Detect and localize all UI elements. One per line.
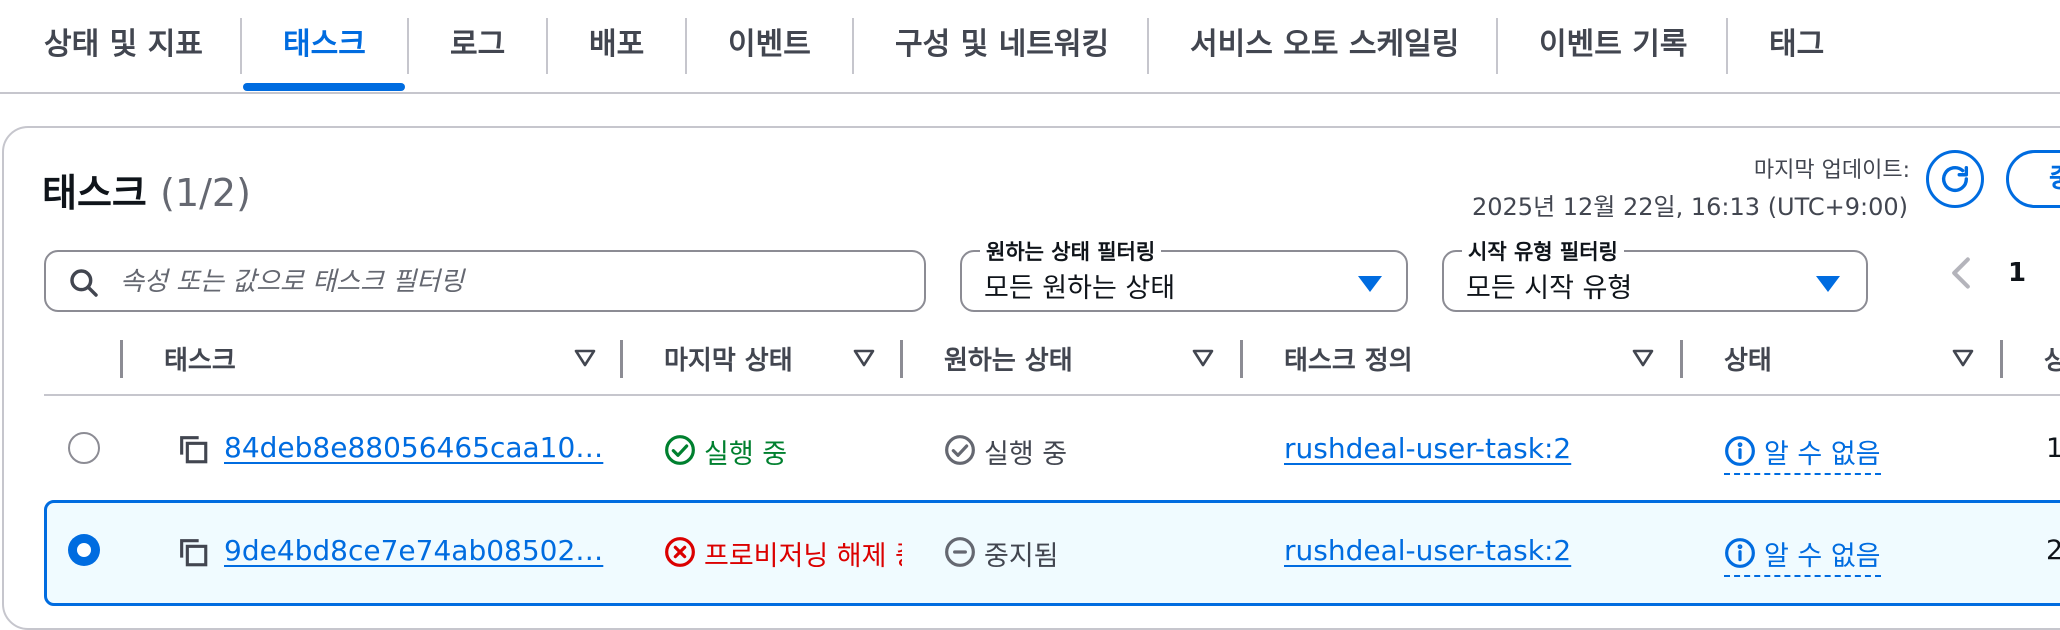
column-divider: [1240, 340, 1243, 378]
table-header-divider: [44, 394, 2060, 396]
sort-down-icon[interactable]: [1632, 348, 1654, 368]
x-circle-icon: [665, 537, 695, 567]
tab-bar: 상태 및 지표 태스크 로그 배포 이벤트 구성 및 네트워킹 서비스 오토 스…: [0, 0, 2060, 94]
pagination-current-page[interactable]: 1: [2008, 258, 2026, 288]
check-circle-icon: [665, 435, 695, 465]
column-header-truncated[interactable]: 상: [2044, 340, 2060, 377]
tab-logs[interactable]: 로그: [450, 0, 505, 90]
sort-down-icon[interactable]: [574, 348, 596, 368]
column-header-task[interactable]: 태스크: [164, 340, 236, 377]
copy-icon[interactable]: [176, 432, 210, 466]
health-status-popover[interactable]: 알 수 없음: [1724, 534, 1881, 577]
sort-down-icon[interactable]: [853, 348, 875, 368]
column-divider: [900, 340, 903, 378]
status-text: 실행 중: [984, 439, 1068, 470]
row-select-radio[interactable]: [68, 432, 100, 464]
tab-deployments[interactable]: 배포: [589, 0, 644, 90]
truncated-cell: 1: [2046, 433, 2060, 464]
last-updated-time: 2025년 12월 22일, 16:13 (UTC+9:00): [1471, 193, 1908, 221]
column-header-desired-status[interactable]: 원하는 상태: [944, 340, 1073, 377]
check-circle-outline-icon: [945, 435, 975, 465]
tab-health-metrics[interactable]: 상태 및 지표: [44, 0, 203, 90]
refresh-button[interactable]: [1926, 150, 1984, 208]
row-select-radio[interactable]: [68, 534, 100, 566]
sort-down-icon[interactable]: [1192, 348, 1214, 368]
tab-divider: [1726, 18, 1728, 74]
column-header-task-definition[interactable]: 태스크 정의: [1284, 340, 1413, 377]
desired-status-select[interactable]: 원하는 상태 필터링 모든 원하는 상태: [960, 236, 1408, 312]
tab-service-auto-scaling[interactable]: 서비스 오토 스케일링: [1190, 0, 1459, 90]
status-text: 프로비저닝 해제 중: [704, 541, 902, 572]
last-status-deprovisioning: 프로비저닝 해제 중: [664, 534, 902, 574]
active-tab-indicator: [243, 83, 405, 91]
column-divider: [620, 340, 623, 378]
tab-divider: [546, 18, 548, 74]
column-divider: [120, 340, 123, 378]
refresh-icon: [1941, 165, 1969, 192]
column-divider: [1680, 340, 1683, 378]
title-text: 태스크: [42, 171, 147, 215]
copy-icon[interactable]: [176, 535, 210, 569]
desired-status-value: 모든 원하는 상태: [984, 273, 1176, 304]
tab-event-history[interactable]: 이벤트 기록: [1539, 0, 1687, 90]
search-icon: [70, 269, 98, 297]
tab-tasks[interactable]: 태스크: [283, 0, 366, 90]
task-id-link[interactable]: 84deb8e88056465caa10…: [224, 431, 603, 464]
page-title: 태스크 (1/2): [42, 162, 251, 217]
caret-down-icon: [1816, 276, 1840, 292]
column-header-last-status[interactable]: 마지막 상태: [664, 340, 793, 377]
task-id-link[interactable]: 9de4bd8ce7e74ab08502…: [224, 534, 603, 567]
truncated-cell: 2: [2046, 535, 2060, 566]
desired-status-label: 원하는 상태 필터링: [980, 236, 1162, 266]
task-definition-link[interactable]: rushdeal-user-task:2: [1284, 432, 1571, 465]
status-text: 실행 중: [704, 439, 788, 470]
health-status-popover[interactable]: 알 수 없음: [1724, 432, 1881, 475]
last-updated-label: 마지막 업데이트:: [1753, 158, 1910, 183]
column-header-health[interactable]: 상태: [1724, 340, 1772, 377]
pagination-prev-button[interactable]: [1950, 256, 1972, 299]
task-definition-link[interactable]: rushdeal-user-task:2: [1284, 534, 1571, 567]
task-filter-search[interactable]: [44, 250, 926, 312]
search-input[interactable]: [118, 258, 912, 306]
tab-events[interactable]: 이벤트: [728, 0, 811, 90]
launch-type-select[interactable]: 시작 유형 필터링 모든 시작 유형: [1442, 236, 1868, 312]
action-button[interactable]: 중: [2006, 150, 2060, 208]
info-icon: [1725, 538, 1755, 568]
column-divider: [2000, 340, 2003, 378]
tab-divider: [240, 18, 242, 74]
sort-down-icon[interactable]: [1952, 348, 1974, 368]
tab-divider: [1147, 18, 1149, 74]
tab-divider: [685, 18, 687, 74]
info-icon: [1725, 436, 1755, 466]
launch-type-value: 모든 시작 유형: [1466, 273, 1633, 304]
chevron-left-icon: [1952, 257, 1970, 289]
tab-divider: [1496, 18, 1498, 74]
tab-divider: [852, 18, 854, 74]
launch-type-label: 시작 유형 필터링: [1462, 236, 1624, 266]
tab-tags[interactable]: 태그: [1769, 0, 1824, 90]
tab-configuration-networking[interactable]: 구성 및 네트워킹: [895, 0, 1109, 90]
caret-down-icon: [1358, 276, 1382, 292]
status-text: 중지됨: [984, 541, 1059, 572]
minus-circle-icon: [945, 537, 975, 567]
task-count: (1/2): [160, 171, 251, 215]
tab-divider: [407, 18, 409, 74]
